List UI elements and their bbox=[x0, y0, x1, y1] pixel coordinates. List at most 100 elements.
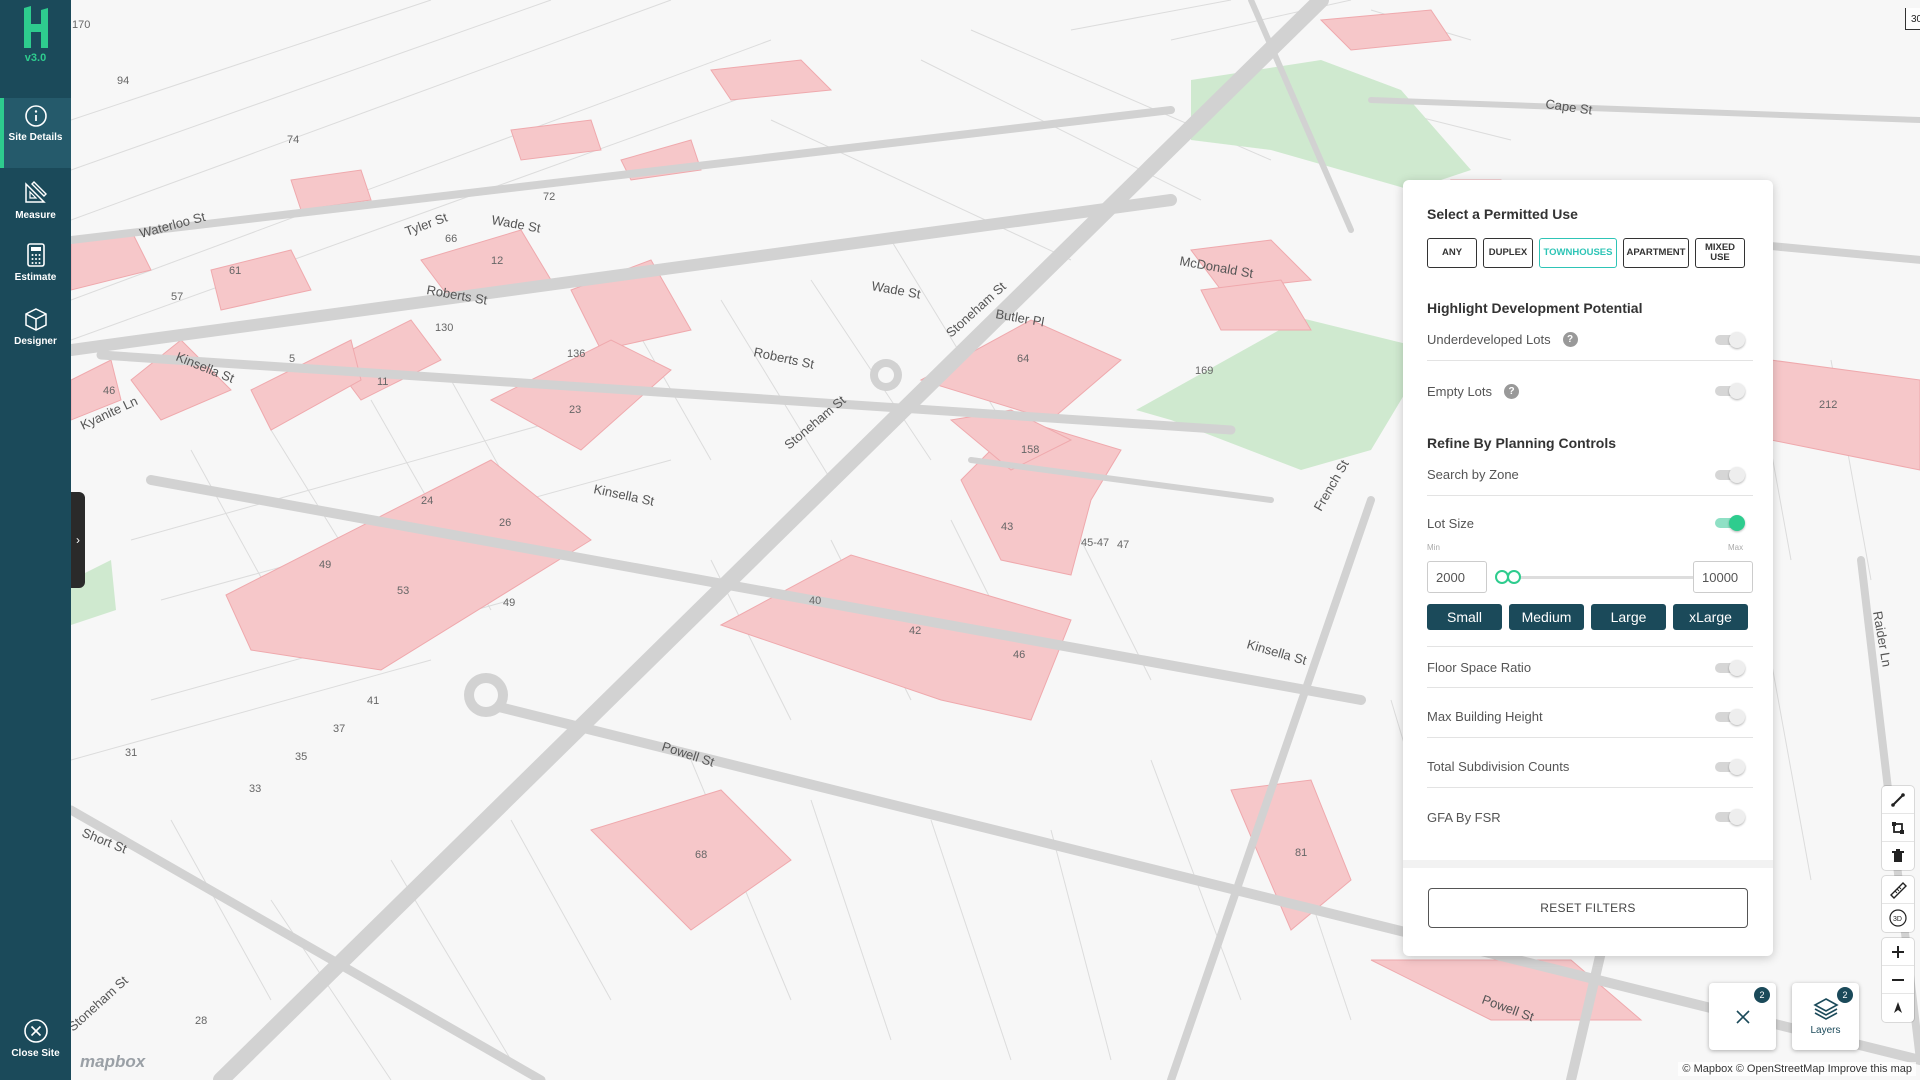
size-medium-button[interactable]: Medium bbox=[1509, 604, 1584, 630]
lot-label: 130 bbox=[435, 322, 453, 334]
use-duplex-chip[interactable]: DUPLEX bbox=[1483, 238, 1533, 268]
size-small-button[interactable]: Small bbox=[1427, 604, 1502, 630]
max-label: Max bbox=[1728, 543, 1744, 552]
lot-size-slider-track[interactable] bbox=[1506, 576, 1694, 579]
search-zone-row: Search by Zone bbox=[1427, 454, 1753, 496]
lot-size-row: Lot Size bbox=[1427, 502, 1753, 544]
compass-button[interactable] bbox=[1882, 994, 1914, 1022]
empty-lots-row: Empty Lots ? bbox=[1427, 370, 1753, 412]
layers-count-badge: 2 bbox=[1837, 987, 1853, 1003]
sidebar-expand-tab[interactable]: › bbox=[71, 492, 85, 588]
lot-label: 23 bbox=[569, 404, 581, 416]
sidebar-item-label: Measure bbox=[15, 210, 56, 221]
lot-label: 81 bbox=[1295, 847, 1307, 859]
max-lot-size-input[interactable] bbox=[1693, 561, 1753, 593]
use-apartment-chip[interactable]: APARTMENT bbox=[1623, 238, 1689, 268]
info-icon bbox=[24, 105, 47, 127]
app-root: v3.0 Site Details Measure Estimate Desig… bbox=[0, 0, 1920, 1080]
chevron-right-icon: › bbox=[76, 533, 80, 547]
underdeveloped-label: Underdeveloped Lots bbox=[1427, 332, 1551, 347]
3d-rotate-icon: 3D bbox=[1889, 909, 1907, 927]
subdivision-toggle[interactable] bbox=[1715, 759, 1745, 775]
roundabout-island bbox=[878, 367, 894, 383]
cube-icon bbox=[24, 308, 47, 331]
lot-label: 49 bbox=[503, 597, 515, 609]
search-zone-toggle[interactable] bbox=[1715, 467, 1745, 483]
sidebar-item-label: Designer bbox=[14, 336, 57, 347]
layers-label: Layers bbox=[1810, 1025, 1841, 1036]
lot-label: 72 bbox=[543, 191, 555, 203]
clear-count-badge: 2 bbox=[1754, 987, 1770, 1003]
min-lot-size-input[interactable] bbox=[1427, 561, 1487, 593]
layers-icon bbox=[1812, 998, 1839, 1020]
size-xlarge-button[interactable]: xLarge bbox=[1673, 604, 1748, 630]
reset-filters-button[interactable]: RESET FILTERS bbox=[1428, 888, 1748, 928]
close-site-label: Close Site bbox=[11, 1048, 60, 1059]
lot-label: 49 bbox=[319, 559, 331, 571]
empty-lots-toggle[interactable] bbox=[1715, 383, 1745, 399]
fsr-label: Floor Space Ratio bbox=[1427, 659, 1532, 675]
lot-label: 64 bbox=[1017, 353, 1029, 365]
gfa-toggle[interactable] bbox=[1715, 809, 1745, 825]
lot-label: 66 bbox=[445, 233, 457, 245]
delete-button[interactable] bbox=[1882, 842, 1914, 870]
layers-button[interactable]: Layers 2 bbox=[1792, 983, 1859, 1050]
lot-size-presets: Small Medium Large xLarge bbox=[1427, 604, 1748, 630]
close-icon bbox=[1735, 1009, 1750, 1024]
3d-toggle-button[interactable]: 3D bbox=[1882, 904, 1914, 932]
draw-line-button[interactable] bbox=[1882, 786, 1914, 814]
gfa-label: GFA By FSR bbox=[1427, 809, 1501, 825]
use-townhouses-chip[interactable]: TOWNHOUSES bbox=[1539, 238, 1617, 268]
sidebar-item-designer[interactable]: Designer bbox=[0, 306, 71, 356]
logo: v3.0 bbox=[0, 6, 71, 64]
fsr-toggle[interactable] bbox=[1715, 660, 1745, 676]
lot-label: 68 bbox=[695, 849, 707, 861]
zoom-in-button[interactable] bbox=[1882, 938, 1914, 966]
use-any-chip[interactable]: ANY bbox=[1427, 238, 1477, 268]
help-icon[interactable]: ? bbox=[1562, 332, 1578, 347]
sidebar-item-estimate[interactable]: Estimate bbox=[0, 242, 71, 292]
lot-label: 42 bbox=[909, 625, 921, 637]
app-version: v3.0 bbox=[24, 52, 47, 64]
map-attribution[interactable]: © Mapbox © OpenStreetMap Improve this ma… bbox=[1678, 1062, 1916, 1076]
help-icon[interactable]: ? bbox=[1504, 383, 1520, 399]
height-row: Max Building Height bbox=[1427, 696, 1753, 738]
lot-label: 212 bbox=[1819, 399, 1837, 411]
lot-label: 74 bbox=[287, 134, 299, 146]
zoom-out-button[interactable] bbox=[1882, 966, 1914, 994]
sidebar-item-site-details[interactable]: Site Details bbox=[0, 98, 71, 168]
lot-size-slider-max-handle[interactable] bbox=[1507, 570, 1521, 584]
size-large-button[interactable]: Large bbox=[1591, 604, 1666, 630]
svg-text:3D: 3D bbox=[1893, 916, 1902, 923]
height-toggle[interactable] bbox=[1715, 709, 1745, 725]
lot-size-label: Lot Size bbox=[1427, 515, 1474, 531]
ruler-button[interactable] bbox=[1882, 876, 1914, 904]
lot-label: 41 bbox=[367, 695, 379, 707]
close-site-button[interactable]: Close Site bbox=[0, 1018, 71, 1068]
draw-tools bbox=[1882, 786, 1914, 870]
use-mixed-chip[interactable]: MIXED USE bbox=[1695, 238, 1745, 268]
sidebar-item-measure[interactable]: Measure bbox=[0, 178, 71, 228]
highlight-title: Highlight Development Potential bbox=[1427, 300, 1643, 316]
lot-label: 169 bbox=[1195, 365, 1213, 377]
lot-label: 94 bbox=[117, 75, 129, 87]
lot-label: 53 bbox=[397, 585, 409, 597]
minus-icon bbox=[1892, 978, 1904, 981]
lot-label: 57 bbox=[171, 291, 183, 303]
lot-label: 40 bbox=[809, 595, 821, 607]
lot-label: 31 bbox=[125, 747, 137, 759]
lot-label: 43 bbox=[1001, 521, 1013, 533]
ruler-icon bbox=[1890, 881, 1907, 899]
fsr-row: Floor Space Ratio bbox=[1427, 646, 1753, 688]
clear-filters-button[interactable]: 2 bbox=[1709, 983, 1776, 1050]
draw-polygon-button[interactable] bbox=[1882, 814, 1914, 842]
underdeveloped-toggle[interactable] bbox=[1715, 332, 1745, 348]
lot-label: 5 bbox=[289, 353, 295, 365]
lot-label: 12 bbox=[491, 255, 503, 267]
calculator-icon bbox=[26, 243, 45, 267]
lot-label: 46 bbox=[103, 385, 115, 397]
lot-size-toggle[interactable] bbox=[1715, 515, 1745, 531]
lot-label: 24 bbox=[421, 495, 433, 507]
lot-label: 26 bbox=[499, 517, 511, 529]
lot-label: 35 bbox=[295, 751, 307, 763]
